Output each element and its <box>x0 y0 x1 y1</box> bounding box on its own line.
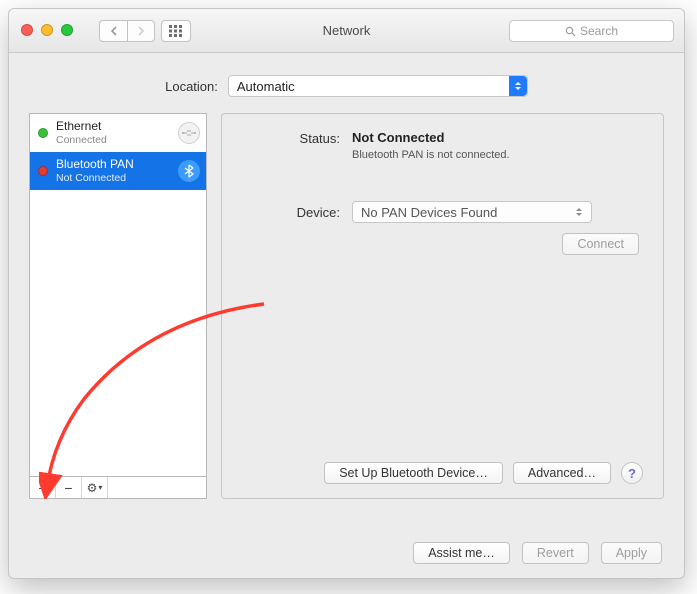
location-label: Location: <box>165 79 218 94</box>
revert-button[interactable]: Revert <box>522 542 589 564</box>
status-label: Status: <box>242 130 352 161</box>
device-value: No PAN Devices Found <box>361 205 497 220</box>
ethernet-icon <box>178 122 200 144</box>
device-value-block: No PAN Devices Found <box>352 201 643 223</box>
pane-bottom-row: Set Up Bluetooth Device… Advanced… ? <box>242 462 643 484</box>
status-value-block: Not Connected Bluetooth PAN is not conne… <box>352 130 643 161</box>
add-service-button[interactable]: + <box>30 477 56 498</box>
location-value: Automatic <box>237 79 295 94</box>
popup-arrows-icon <box>509 76 527 96</box>
service-name: Bluetooth PAN <box>56 158 134 172</box>
location-popup[interactable]: Automatic <box>228 75 528 97</box>
assist-me-button[interactable]: Assist me… <box>413 542 510 564</box>
footer-row: Assist me… Revert Apply <box>413 542 662 564</box>
remove-service-button[interactable]: − <box>56 477 82 498</box>
connect-row: Connect <box>242 233 643 255</box>
gear-icon: ⚙ <box>87 481 98 495</box>
minus-icon: − <box>64 480 72 496</box>
connect-button[interactable]: Connect <box>562 233 639 255</box>
service-text: Ethernet Connected <box>56 120 107 146</box>
service-status: Connected <box>56 134 107 146</box>
sidebar: Ethernet Connected Bluetooth PAN Not Con… <box>29 113 207 499</box>
chevron-down-icon: ▾ <box>98 483 102 492</box>
device-row: Device: No PAN Devices Found <box>242 201 643 223</box>
device-label: Device: <box>242 204 352 220</box>
sidebar-footer: + − ⚙▾ <box>29 477 207 499</box>
titlebar: Network Search <box>9 9 684 53</box>
status-row: Status: Not Connected Bluetooth PAN is n… <box>242 130 643 161</box>
status-dot-red-icon <box>38 166 48 176</box>
plus-icon: + <box>38 480 46 496</box>
bluetooth-icon <box>178 160 200 182</box>
setup-bluetooth-button[interactable]: Set Up Bluetooth Device… <box>324 462 503 484</box>
service-name: Ethernet <box>56 120 107 134</box>
apply-button[interactable]: Apply <box>601 542 662 564</box>
help-button[interactable]: ? <box>621 462 643 484</box>
service-text: Bluetooth PAN Not Connected <box>56 158 134 184</box>
status-dot-green-icon <box>38 128 48 138</box>
search-icon <box>565 26 576 37</box>
location-row: Location: Automatic <box>9 75 684 97</box>
network-preferences-window: Network Search Location: Automatic Ether… <box>8 8 685 579</box>
device-popup[interactable]: No PAN Devices Found <box>352 201 592 223</box>
search-field[interactable]: Search <box>509 20 674 42</box>
advanced-button[interactable]: Advanced… <box>513 462 611 484</box>
service-list: Ethernet Connected Bluetooth PAN Not Con… <box>29 113 207 477</box>
main-area: Ethernet Connected Bluetooth PAN Not Con… <box>9 97 684 499</box>
service-item-bluetooth-pan[interactable]: Bluetooth PAN Not Connected <box>30 152 206 190</box>
search-placeholder: Search <box>580 24 618 38</box>
status-subtext: Bluetooth PAN is not connected. <box>352 149 643 161</box>
popup-arrows-icon <box>573 202 585 222</box>
status-value: Not Connected <box>352 130 643 145</box>
detail-pane: Status: Not Connected Bluetooth PAN is n… <box>221 113 664 499</box>
service-status: Not Connected <box>56 172 134 184</box>
service-item-ethernet[interactable]: Ethernet Connected <box>30 114 206 152</box>
service-actions-button[interactable]: ⚙▾ <box>82 477 108 498</box>
